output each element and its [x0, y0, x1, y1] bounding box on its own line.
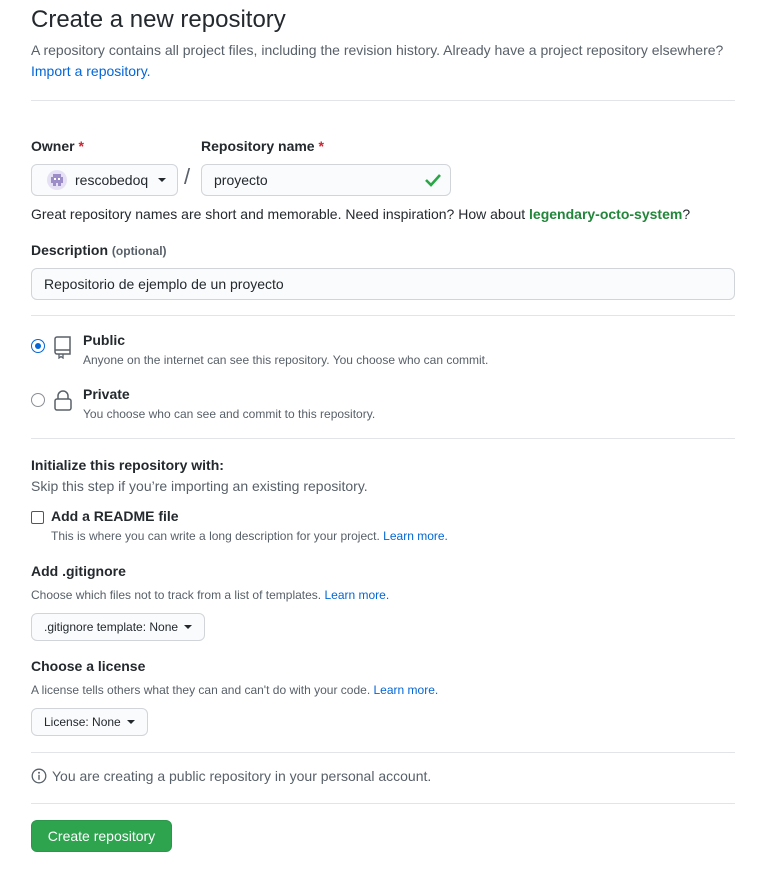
init-title: Initialize this repository with: [31, 457, 224, 473]
avatar [47, 170, 67, 190]
owner-label: Owner * [31, 138, 84, 154]
repo-name-input[interactable]: proyecto [201, 164, 451, 196]
info-text: You are creating a public repository in … [52, 768, 432, 784]
required-mark: * [318, 138, 324, 154]
visibility-info: You are creating a public repository in … [31, 768, 431, 784]
readme-learn-more-link[interactable]: Learn more. [383, 529, 448, 543]
subtitle-text: A repository contains all project files,… [31, 42, 724, 58]
license-learn-more-link[interactable]: Learn more. [374, 683, 439, 697]
gitignore-select-label: .gitignore template: None [44, 620, 179, 634]
chevron-down-icon [158, 178, 167, 182]
divider [31, 803, 735, 804]
divider [31, 438, 735, 439]
import-repository-link[interactable]: Import a repository. [31, 63, 151, 79]
visibility-public-desc: Anyone on the internet can see this repo… [83, 353, 489, 367]
visibility-private-title: Private [83, 386, 130, 402]
name-hint: Great repository names are short and mem… [31, 206, 691, 222]
create-repository-button[interactable]: Create repository [31, 820, 172, 852]
license-title: Choose a license [31, 658, 146, 674]
owner-repo-separator: / [184, 164, 191, 189]
gitignore-learn-more-link[interactable]: Learn more. [324, 588, 389, 602]
init-subtitle: Skip this step if you’re importing an ex… [31, 478, 368, 494]
required-mark: * [78, 138, 84, 154]
license-select-button[interactable]: License: None [31, 708, 148, 736]
description-label: Description (optional) [31, 242, 167, 258]
divider [31, 315, 735, 316]
chevron-down-icon [184, 625, 193, 629]
license-select-label: License: None [44, 715, 121, 729]
license-desc: A license tells others what they can and… [31, 683, 439, 697]
info-icon [31, 768, 47, 784]
readme-desc: This is where you can write a long descr… [51, 529, 448, 543]
new-repo-form: Create a new repository A repository con… [0, 0, 760, 869]
divider [31, 100, 735, 101]
visibility-private-radio[interactable] [31, 393, 45, 407]
repo-name-label: Repository name * [201, 138, 324, 154]
gitignore-title: Add .gitignore [31, 563, 126, 579]
gitignore-select-button[interactable]: .gitignore template: None [31, 613, 206, 641]
check-icon [425, 174, 441, 187]
optional-mark: (optional) [111, 244, 167, 258]
gitignore-desc: Choose which files not to track from a l… [31, 588, 390, 602]
page-title: Create a new repository [31, 6, 286, 33]
name-suggestion-link[interactable]: legendary-octo-system [529, 206, 682, 222]
lock-icon [54, 390, 72, 411]
readme-checkbox[interactable] [31, 511, 44, 524]
readme-label: Add a README file [51, 508, 179, 524]
owner-select-button[interactable]: rescobedoq [31, 164, 178, 196]
visibility-public-title: Public [83, 332, 126, 348]
divider [31, 752, 735, 753]
page-subtitle: A repository contains all project files,… [31, 40, 741, 82]
visibility-public-radio[interactable] [31, 339, 45, 353]
chevron-down-icon [126, 720, 135, 724]
repo-icon [54, 336, 71, 359]
description-input[interactable]: Repositorio de ejemplo de un proyecto [31, 268, 735, 300]
owner-value: rescobedoq [75, 172, 149, 188]
visibility-private-desc: You choose who can see and commit to thi… [83, 407, 376, 421]
